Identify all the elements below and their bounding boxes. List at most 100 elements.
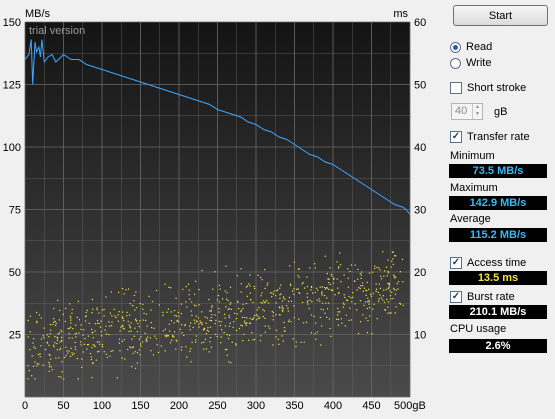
read-radio-indicator[interactable] [450,41,461,53]
access-time-point [264,287,266,290]
access-time-point [185,286,187,288]
access-time-point [298,318,300,320]
burst-rate-check-icon[interactable]: ✓ [450,291,462,303]
access-time-point [281,300,284,302]
access-time-point [249,322,251,324]
access-time-point [185,346,187,348]
access-time-point [235,344,237,346]
access-time-point [336,261,338,263]
access-time-point [94,345,96,348]
access-time-point [275,295,277,297]
access-time-point [135,307,138,309]
access-time-point [305,321,308,323]
access-time-point [34,361,36,363]
access-time-point [359,287,361,290]
access-time-point [264,317,266,319]
access-time-point [131,338,133,340]
access-time-point [149,337,152,339]
access-time-point [76,357,78,360]
access-time-point [197,317,200,319]
access-time-point [256,319,258,321]
y-tick-label: 125 [3,80,21,92]
y-tick-label: 100 [3,142,21,154]
access-time-point [387,272,389,274]
access-time-point [96,322,99,325]
access-time-point [168,330,171,332]
access-time-point [111,321,113,323]
access-time-point [376,266,378,269]
burst-rate-checkbox[interactable]: ✓ Burst rate [450,290,515,304]
write-radio-indicator[interactable] [450,57,461,69]
transfer-rate-check-icon[interactable]: ✓ [450,131,462,143]
access-time-point [319,300,321,303]
access-time-point [205,348,208,350]
short-stroke-check-icon[interactable] [450,82,462,94]
access-time-point [203,348,205,350]
access-time-point [78,332,80,334]
access-time-point [175,348,177,350]
access-time-point [310,332,313,334]
access-time-point [165,334,168,336]
access-time-point [271,310,273,313]
access-time-point [39,353,41,355]
access-time-point [224,313,226,315]
access-time-point [388,283,391,285]
stepper-arrows-icon[interactable]: ▲ ▼ [472,104,482,119]
x-tick-label: 300 [247,400,265,412]
access-time-point [46,334,48,336]
access-time-point [366,332,369,334]
access-time-point [212,288,214,290]
access-time-point [198,304,200,306]
access-time-point [75,348,77,350]
access-time-point [262,315,264,318]
minimum-value: 73.5 MB/s [449,164,547,178]
access-time-checkbox[interactable]: ✓ Access time [450,256,526,270]
access-time-point [394,312,396,314]
access-time-point [103,351,105,353]
access-time-point [301,283,303,285]
access-time-point [230,362,232,364]
access-time-point [74,333,76,335]
access-time-point [395,255,397,257]
write-radio[interactable]: Write [450,56,491,70]
access-time-point [123,320,125,322]
access-time-point [365,289,367,292]
access-time-point [360,274,362,276]
access-time-point [380,278,383,280]
access-time-point [132,346,134,348]
access-time-point [140,336,142,338]
start-button[interactable]: Start [453,5,548,26]
access-time-point [209,336,212,339]
access-time-point [356,309,358,311]
access-time-point [109,312,111,314]
access-time-point [350,319,353,321]
access-time-point [228,325,231,327]
access-time-point [91,347,93,349]
access-time-point [74,341,76,344]
access-time-point [375,283,377,285]
access-time-point [369,315,371,317]
transfer-rate-checkbox[interactable]: ✓ Transfer rate [450,130,530,144]
access-time-point [328,278,330,280]
access-time-point [383,301,386,303]
y2-tick-label: 10 [414,330,426,342]
access-time-point [328,318,330,320]
access-time-point [326,308,329,310]
short-stroke-checkbox[interactable]: Short stroke [450,81,526,95]
access-time-point [272,319,274,321]
access-time-point [351,301,353,303]
access-time-check-icon[interactable]: ✓ [450,257,462,269]
access-time-point [352,296,354,298]
access-time-point [338,266,340,268]
access-time-point [27,336,29,338]
access-time-point [166,311,168,313]
read-radio[interactable]: Read [450,40,492,54]
access-time-point [382,299,384,301]
stroke-size-stepper[interactable]: 40 ▲ ▼ [451,103,483,120]
control-panel: Start Read Write Short stroke 40 ▲ ▼ gB ✓… [446,0,555,419]
access-time-point [293,261,296,263]
access-time-point [171,339,173,341]
access-time-point [225,306,227,308]
access-time-point [101,344,104,346]
access-time-point [31,375,33,377]
